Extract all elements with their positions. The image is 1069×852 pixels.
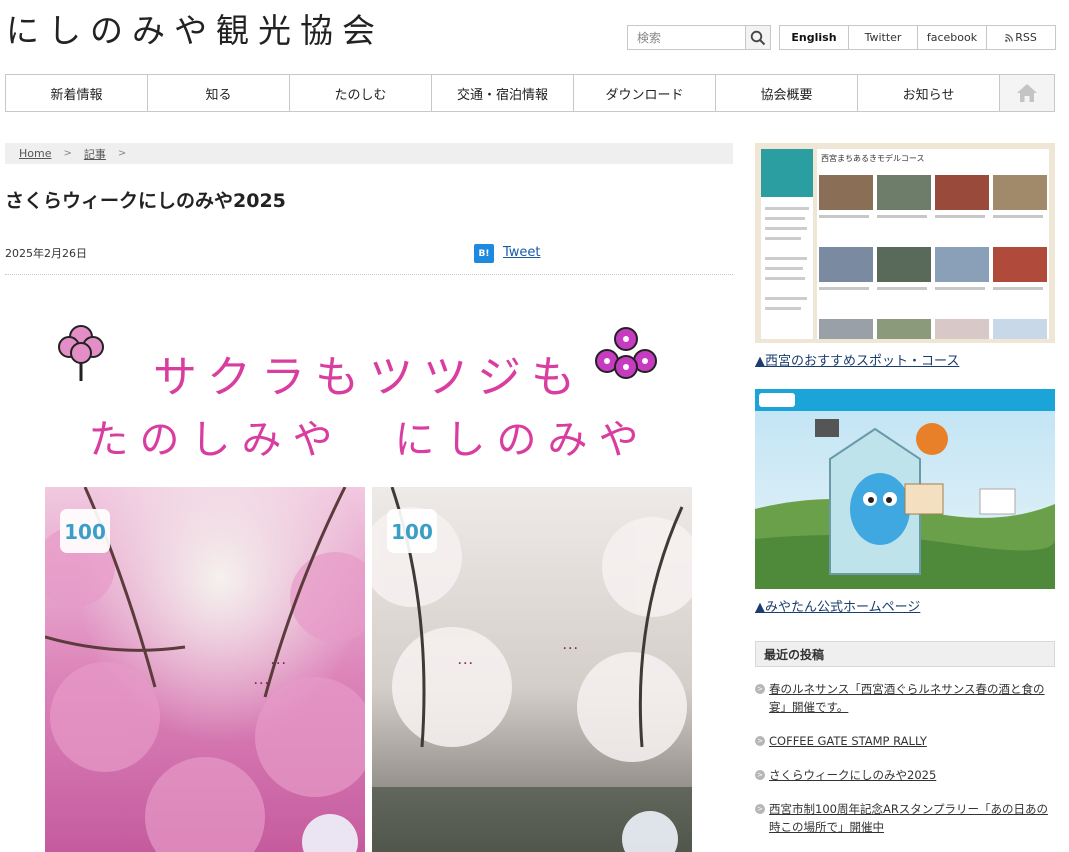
chevron-right-icon: > (755, 804, 765, 814)
home-icon (1017, 84, 1037, 102)
nav-item-about[interactable]: 協会概要 (716, 75, 858, 111)
chevron-right-icon: > (117, 148, 127, 159)
main-nav: 新着情報 知る たのしむ 交通・宿泊情報 ダウンロード 協会概要 お知らせ (5, 74, 1055, 112)
rss-label: RSS (1015, 31, 1037, 44)
miyatan-link[interactable]: ▲みやたん公式ホームページ (755, 596, 920, 615)
facebook-link[interactable]: facebook (918, 26, 987, 49)
miyatan-banner[interactable] (755, 389, 1055, 589)
nav-item-download[interactable]: ダウンロード (574, 75, 716, 111)
breadcrumb-home[interactable]: Home (19, 147, 51, 160)
nav-item-learn[interactable]: 知る (148, 75, 290, 111)
svg-text:･･･: ･･･ (457, 657, 474, 670)
site-title[interactable]: にしのみや観光協会 (6, 4, 384, 52)
list-item: > 西宮市制100周年記念ARスタンプラリー「あの日あの時この場所で」開催中 (755, 800, 1055, 836)
poster-badge: 100 (391, 520, 433, 544)
breadcrumb: Home > 記事 > (5, 143, 733, 164)
chevron-right-icon: > (755, 770, 765, 780)
chevron-right-icon: > (63, 148, 72, 159)
breadcrumb-section[interactable]: 記事 (84, 146, 106, 162)
recent-posts-list: > 春のルネサンス「西宮酒ぐらルネサンス春の酒と食の宴」開催です。 > COFF… (755, 680, 1055, 852)
list-item: > COFFEE GATE STAMP RALLY (755, 732, 1055, 750)
nav-item-access[interactable]: 交通・宿泊情報 (432, 75, 574, 111)
poster-cherry: ･･･ ･･･ 100 (372, 487, 692, 852)
svg-text:･･･: ･･･ (562, 642, 579, 655)
tweet-link[interactable]: Tweet (503, 245, 541, 260)
list-item: > さくらウィークにしのみや2025 (755, 766, 1055, 784)
list-item: > 春のルネサンス「西宮酒ぐらルネサンス春の酒と食の宴」開催です。 (755, 680, 1055, 716)
nav-home-button[interactable] (1000, 75, 1054, 111)
top-links: English Twitter facebook RSS (779, 25, 1056, 50)
search-icon (750, 30, 766, 45)
azalea-icon (595, 327, 657, 379)
rss-link[interactable]: RSS (987, 26, 1055, 49)
model-course-banner[interactable]: 西宮まちあるきモデルコース (755, 143, 1055, 343)
svg-text:･･･: ･･･ (253, 677, 270, 690)
hero-image: サクラもツツジも たのしみや にしのみや ･･･ ･･･ 100 ･･･ ･･･… (45, 311, 693, 852)
poster-badge: 100 (64, 520, 106, 544)
poster-azalea: ･･･ ･･･ 100 (45, 487, 365, 852)
post-date: 2025年2月26日 (5, 247, 87, 260)
chevron-right-icon: > (755, 684, 765, 694)
recent-post-link[interactable]: 春のルネサンス「西宮酒ぐらルネサンス春の酒と食の宴」開催です。 (769, 682, 1045, 714)
recent-post-link[interactable]: 西宮市制100周年記念ARスタンプラリー「あの日あの時この場所で」開催中 (769, 802, 1048, 834)
hero-line-2: たのしみや にしのみや (88, 417, 650, 463)
nav-item-notices[interactable]: お知らせ (858, 75, 1000, 111)
nav-item-news[interactable]: 新着情報 (6, 75, 148, 111)
svg-text:･･･: ･･･ (270, 657, 287, 670)
recent-post-link[interactable]: さくらウィークにしのみや2025 (769, 768, 936, 782)
english-link[interactable]: English (780, 26, 849, 49)
page-title: さくらウィークにしのみや2025 (5, 190, 286, 212)
search-input[interactable] (628, 26, 745, 49)
search-box (627, 25, 771, 50)
nav-item-enjoy[interactable]: たのしむ (290, 75, 432, 111)
twitter-link[interactable]: Twitter (849, 26, 918, 49)
rss-icon (1005, 33, 1014, 42)
hatena-bookmark-button[interactable]: B! (474, 244, 494, 263)
spot-thumbnail-title: 西宮まちあるきモデルコース (821, 153, 924, 163)
chevron-right-icon: > (755, 736, 765, 746)
recent-posts-heading: 最近の投稿 (755, 641, 1055, 667)
recent-post-link[interactable]: COFFEE GATE STAMP RALLY (769, 734, 927, 748)
search-button[interactable] (745, 26, 770, 49)
post-meta: 2025年2月26日 B! Tweet (5, 241, 733, 275)
spot-course-link[interactable]: ▲西宮のおすすめスポット・コース (755, 350, 959, 369)
